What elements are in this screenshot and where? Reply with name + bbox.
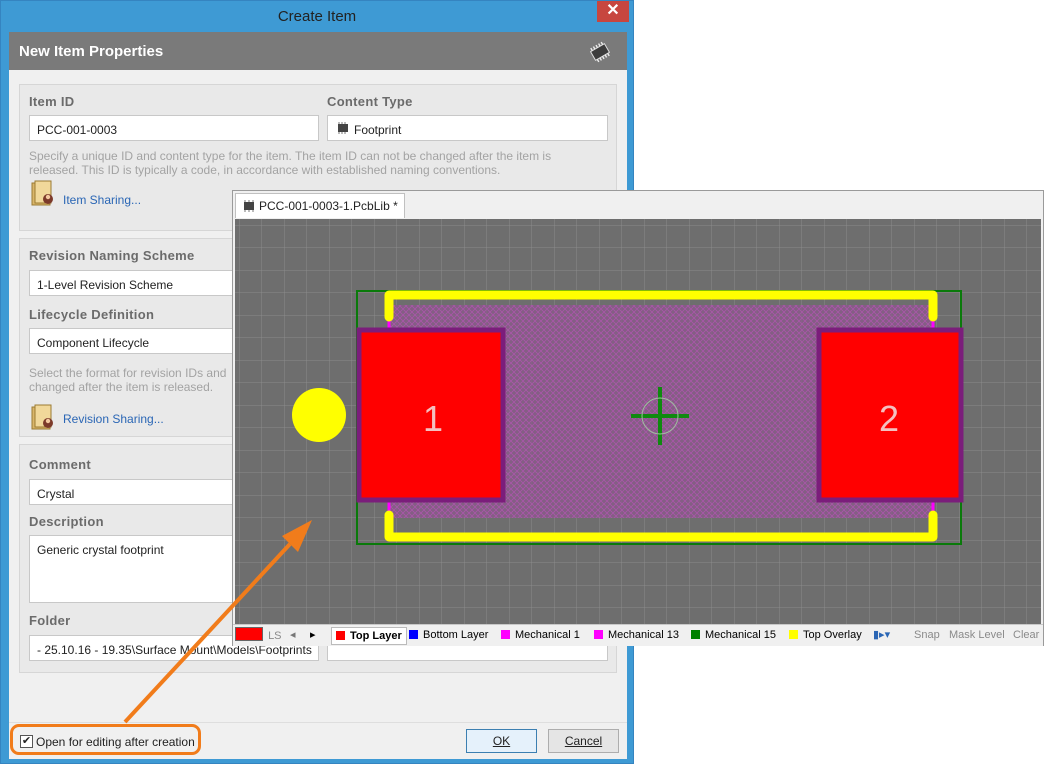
item-id-label: Item ID xyxy=(29,94,75,109)
mechanical-13-swatch xyxy=(594,630,603,639)
title-bar[interactable]: Create Item ✕ xyxy=(1,1,633,31)
footprint-icon xyxy=(338,122,348,134)
folder-label: Folder xyxy=(29,613,71,628)
chip-icon xyxy=(589,41,611,63)
comment-label: Comment xyxy=(29,457,92,472)
pad-1-label: 1 xyxy=(423,398,443,439)
ok-button[interactable]: OK xyxy=(466,729,537,753)
pin1-marker xyxy=(292,388,346,442)
layer-tabs-bar: LS ◂ ▸ Top Layer Bottom Layer Mechanical… xyxy=(233,624,1043,646)
cancel-button[interactable]: Cancel xyxy=(548,729,619,753)
revision-hint-2: changed after the item is released. xyxy=(29,380,214,394)
current-layer-swatch[interactable]: LS xyxy=(235,627,282,643)
layer-tab-mechanical-13[interactable]: Mechanical 13 xyxy=(594,627,679,643)
mask-level-button[interactable]: Mask Level xyxy=(949,627,1005,643)
mechanical-1-swatch xyxy=(501,630,510,639)
window-title: Create Item xyxy=(277,8,357,25)
pcb-canvas[interactable]: 1 2 xyxy=(235,219,1041,624)
document-tab[interactable]: PCC-001-0003-1.PcbLib * xyxy=(235,193,405,218)
properties-header: New Item Properties xyxy=(9,32,627,70)
mechanical-15-swatch xyxy=(691,630,700,639)
top-overlay-swatch xyxy=(789,630,798,639)
scroll-left-button[interactable]: ◂ xyxy=(290,627,296,643)
header-title: New Item Properties xyxy=(19,43,164,60)
layer-tab-mechanical-1[interactable]: Mechanical 1 xyxy=(501,627,580,643)
item-sharing-icon xyxy=(31,180,53,206)
layer-tab-top-layer[interactable]: Top Layer xyxy=(331,627,407,645)
scroll-right-button[interactable]: ▸ xyxy=(310,627,316,643)
description-label: Description xyxy=(29,514,104,529)
document-tab-label: PCC-001-0003-1.PcbLib * xyxy=(259,199,398,213)
pad-2-label: 2 xyxy=(879,398,899,439)
bottom-layer-swatch xyxy=(409,630,418,639)
current-layer-color xyxy=(235,627,263,641)
clear-button[interactable]: Clear xyxy=(1013,627,1039,643)
revision-sharing-link[interactable]: Revision Sharing... xyxy=(63,412,164,426)
item-sharing-link[interactable]: Item Sharing... xyxy=(63,193,141,207)
snap-button[interactable]: Snap xyxy=(914,627,940,643)
close-button[interactable]: ✕ xyxy=(597,1,629,22)
content-type-field[interactable]: Footprint xyxy=(327,115,608,141)
content-type-value: Footprint xyxy=(354,123,402,137)
revision-hint-1: Select the format for revision IDs and xyxy=(29,366,227,380)
revision-sharing-icon xyxy=(31,404,53,430)
pcblib-icon xyxy=(244,200,254,212)
item-id-input[interactable]: PCC-001-0003 xyxy=(29,115,319,141)
pcb-editor-window: PCC-001-0003-1.PcbLib * 1 2 LS ◂ ▸ Top L… xyxy=(232,190,1044,646)
content-type-label: Content Type xyxy=(327,94,413,109)
ls-label: LS xyxy=(268,630,282,642)
revision-naming-label: Revision Naming Scheme xyxy=(29,248,195,263)
layer-tab-bottom-layer[interactable]: Bottom Layer xyxy=(409,627,488,643)
checkbox-highlight xyxy=(10,724,201,755)
layer-tab-top-overlay[interactable]: Top Overlay xyxy=(789,627,862,643)
top-layer-swatch xyxy=(336,631,345,640)
item-hint: Specify a unique ID and content type for… xyxy=(29,149,552,177)
lifecycle-label: Lifecycle Definition xyxy=(29,307,155,322)
layer-tab-mechanical-15[interactable]: Mechanical 15 xyxy=(691,627,776,643)
layer-settings-icon[interactable]: ▮▸▾ xyxy=(873,627,890,643)
